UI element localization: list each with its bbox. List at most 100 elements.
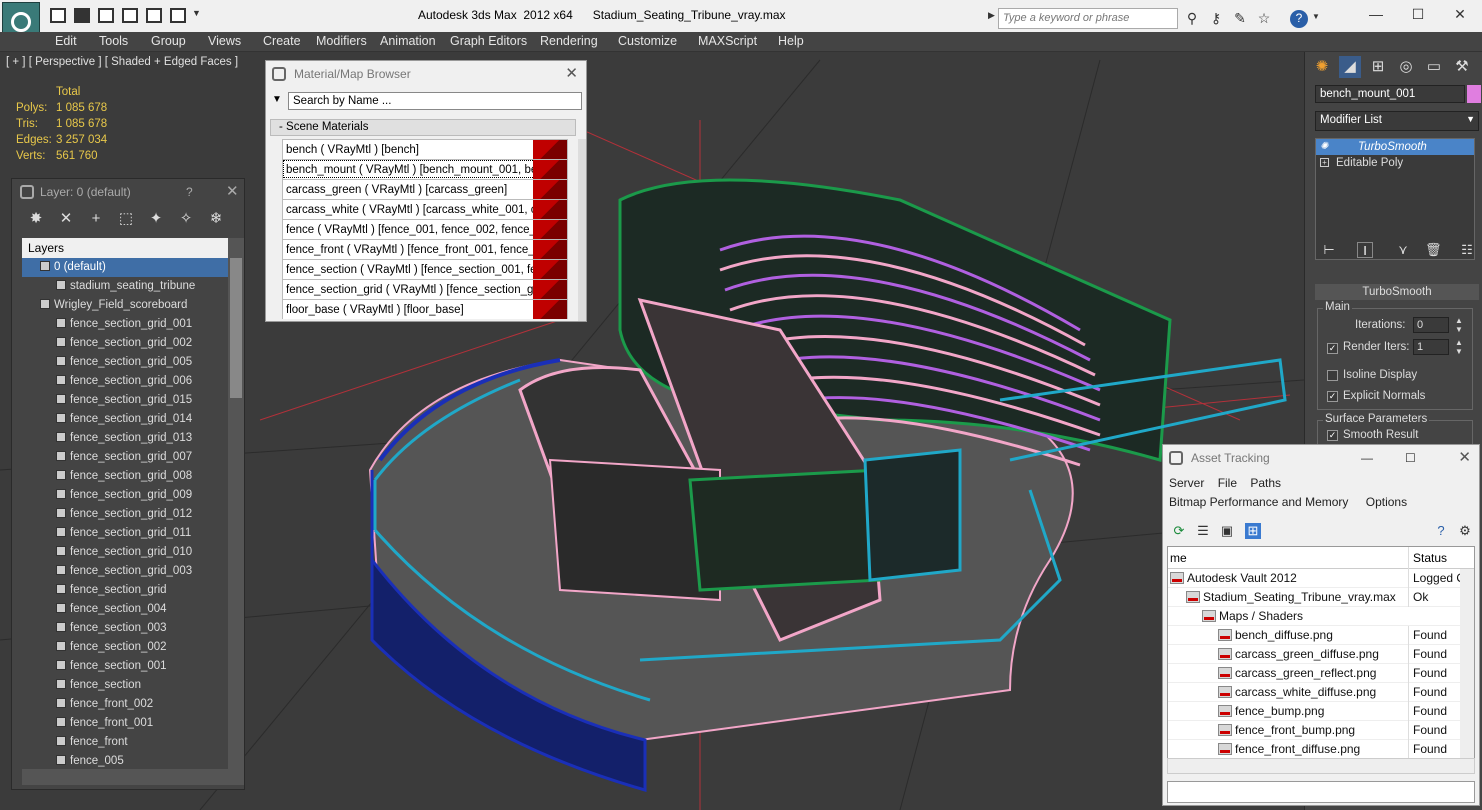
make-unique-icon[interactable]: ⋎ <box>1395 242 1411 258</box>
menu-tools[interactable]: Tools <box>99 34 128 48</box>
asset-maximize-icon[interactable]: ☐ <box>1405 445 1416 471</box>
material-row[interactable]: fence_front ( VRayMtl ) [fence_front_001… <box>282 239 568 259</box>
material-row[interactable]: fence_section ( VRayMtl ) [fence_section… <box>282 259 568 279</box>
object-color-swatch[interactable] <box>1467 85 1481 103</box>
refresh-icon[interactable]: ⟳ <box>1171 523 1187 539</box>
name-column-header[interactable]: me <box>1168 547 1408 569</box>
add-to-layer-icon[interactable]: + <box>88 211 104 227</box>
communication-icon[interactable]: ✎ <box>1232 10 1248 26</box>
hide-all-icon[interactable]: ✧ <box>178 211 194 227</box>
layer-row[interactable]: fence_front <box>22 733 228 752</box>
layer-row[interactable]: fence_front_002 <box>22 695 228 714</box>
layer-row[interactable]: fence_front_001 <box>22 714 228 733</box>
material-row[interactable]: carcass_white ( VRayMtl ) [carcass_white… <box>282 199 568 219</box>
layer-row[interactable]: fence_section_001 <box>22 657 228 676</box>
asset-row[interactable]: fence_front_bump.png Found <box>1168 721 1474 740</box>
layer-row[interactable]: fence_section_003 <box>22 619 228 638</box>
layer-row[interactable]: fence_section_grid_009 <box>22 486 228 505</box>
asset-row[interactable]: carcass_green_reflect.png Found <box>1168 664 1474 683</box>
layer-row[interactable]: fence_section_grid_011 <box>22 524 228 543</box>
explicit-normals-checkbox[interactable]: ✓ <box>1327 391 1338 402</box>
asset-tracking-title-bar[interactable]: Asset Tracking — ☐ ✕ <box>1163 445 1479 471</box>
material-row[interactable]: bench ( VRayMtl ) [bench] <box>282 139 568 159</box>
smooth-result-checkbox[interactable]: ✓ <box>1327 430 1338 441</box>
help-dropdown-icon[interactable]: ▼ <box>1312 12 1320 21</box>
expand-icon[interactable]: + <box>1320 158 1329 167</box>
layer-row[interactable]: fence_section <box>22 676 228 695</box>
menu-group[interactable]: Group <box>151 34 186 48</box>
layer-row[interactable]: fence_section_004 <box>22 600 228 619</box>
layer-row[interactable]: fence_section_grid_005 <box>22 353 228 372</box>
layer-horizontal-scrollbar[interactable] <box>22 769 244 785</box>
asset-menu-bitmap-performance[interactable]: Bitmap Performance and Memory <box>1169 495 1348 509</box>
modify-tab-icon[interactable]: ◢ <box>1339 56 1361 78</box>
asset-settings-icon[interactable]: ⚙ <box>1457 523 1473 539</box>
material-row[interactable]: fence_section_grid ( VRayMtl ) [fence_se… <box>282 279 568 299</box>
menu-maxscript[interactable]: MAXScript <box>698 34 757 48</box>
select-objects-icon[interactable]: ⬚ <box>118 211 134 227</box>
delete-layer-icon[interactable]: ✕ <box>58 211 74 227</box>
viewport-label[interactable]: [ + ] [ Perspective ] [ Shaded + Edged F… <box>6 56 238 68</box>
asset-row[interactable]: Autodesk Vault 2012 Logged O <box>1168 569 1474 588</box>
layer-row[interactable]: fence_section_grid <box>22 581 228 600</box>
binoculars-icon[interactable]: ⚲ <box>1184 10 1200 26</box>
asset-row[interactable]: carcass_green_diffuse.png Found <box>1168 645 1474 664</box>
motion-tab-icon[interactable]: ◎ <box>1395 56 1417 78</box>
asset-row[interactable]: Maps / Shaders <box>1168 607 1474 626</box>
display-tab-icon[interactable]: ▭ <box>1423 56 1445 78</box>
show-end-result-icon[interactable]: I <box>1357 242 1373 258</box>
asset-path-field[interactable] <box>1167 781 1475 803</box>
minimize-icon[interactable]: — <box>1366 6 1386 24</box>
utilities-tab-icon[interactable]: ⚒ <box>1451 56 1473 78</box>
menu-edit[interactable]: Edit <box>55 34 77 48</box>
render-iters-spin-arrows-icon[interactable]: ▲ ▼ <box>1455 338 1463 356</box>
menu-views[interactable]: Views <box>208 34 241 48</box>
pin-stack-icon[interactable]: ⊢ <box>1321 242 1337 258</box>
layer-row[interactable]: stadium_seating_tribune <box>22 277 228 296</box>
asset-row[interactable]: bench_diffuse.png Found <box>1168 626 1474 645</box>
favorites-star-icon[interactable]: ☆ <box>1256 10 1272 26</box>
asset-row[interactable]: fence_bump.png Found <box>1168 702 1474 721</box>
layer-row[interactable]: fence_section_grid_007 <box>22 448 228 467</box>
table-view-icon[interactable]: ⊞ <box>1245 523 1261 539</box>
hierarchy-tab-icon[interactable]: ⊞ <box>1367 56 1389 78</box>
menu-create[interactable]: Create <box>263 34 301 48</box>
asset-menu-options[interactable]: Options <box>1366 495 1407 509</box>
menu-animation[interactable]: Animation <box>380 34 436 48</box>
asset-menu-server[interactable]: Server <box>1169 476 1204 490</box>
render-iters-spinner[interactable]: 1 <box>1413 339 1449 355</box>
menu-help[interactable]: Help <box>778 34 804 48</box>
close-icon[interactable]: ✕ <box>1450 6 1470 24</box>
layer-row[interactable]: 0 (default)✓ <box>22 258 228 277</box>
new-file-icon[interactable] <box>50 8 66 23</box>
layer-vertical-scrollbar[interactable] <box>228 238 244 769</box>
layer-row[interactable]: fence_section_grid_006 <box>22 372 228 391</box>
asset-close-icon[interactable]: ✕ <box>1458 445 1471 471</box>
freeze-all-icon[interactable]: ❄ <box>208 211 224 227</box>
save-file-icon[interactable] <box>98 8 114 23</box>
layer-row[interactable]: fence_005 <box>22 752 228 768</box>
status-column-header[interactable]: Status <box>1408 547 1474 569</box>
maximize-icon[interactable]: ☐ <box>1408 6 1428 24</box>
asset-menu-paths[interactable]: Paths <box>1250 476 1281 490</box>
asset-row[interactable]: carcass_white_diffuse.png Found <box>1168 683 1474 702</box>
iterations-spinner[interactable]: 0 <box>1413 317 1449 333</box>
material-scrollbar[interactable] <box>578 139 586 321</box>
layer-row[interactable]: fence_section_grid_010 <box>22 543 228 562</box>
redo-icon[interactable] <box>146 8 162 23</box>
project-folder-icon[interactable] <box>170 8 186 23</box>
layer-row[interactable]: fence_section_grid_002 <box>22 334 228 353</box>
layer-row[interactable]: Wrigley_Field_scoreboard <box>22 296 228 315</box>
layer-row[interactable]: fence_section_grid_013 <box>22 429 228 448</box>
object-name-field[interactable]: bench_mount_001 <box>1315 85 1465 103</box>
asset-menu-file[interactable]: File <box>1218 476 1237 490</box>
image-view-icon[interactable]: ▣ <box>1219 523 1235 539</box>
keyword-search-input[interactable]: Type a keyword or phrase <box>998 8 1178 29</box>
iterations-spin-arrows-icon[interactable]: ▲ ▼ <box>1455 316 1463 334</box>
open-file-icon[interactable] <box>74 8 90 23</box>
layer-row[interactable]: fence_section_grid_012 <box>22 505 228 524</box>
asset-horizontal-scrollbar[interactable] <box>1167 758 1475 774</box>
layer-panel-title-bar[interactable]: Layer: 0 (default) ? ✕ <box>12 179 244 205</box>
list-view-icon[interactable]: ☰ <box>1195 523 1211 539</box>
create-tab-icon[interactable]: ✺ <box>1311 56 1333 78</box>
